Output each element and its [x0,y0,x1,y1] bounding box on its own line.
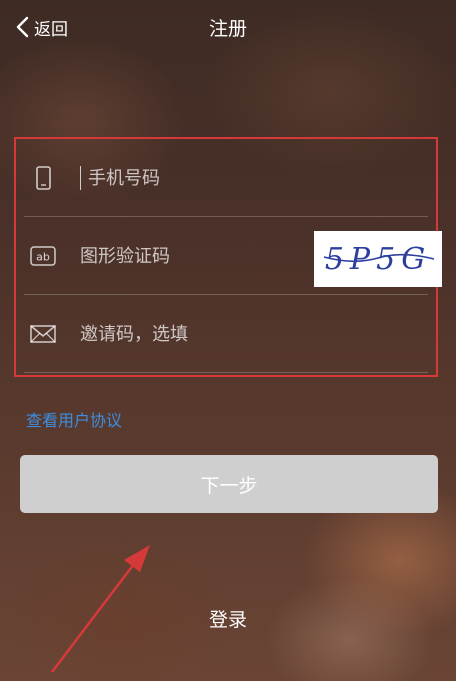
envelope-icon [30,325,56,343]
captcha-ab-icon: ab [30,246,56,266]
text-cursor [80,166,81,190]
invite-code-input[interactable] [80,315,300,353]
captcha-code: 5P5G [325,242,431,277]
phone-row [24,139,428,217]
captcha-image[interactable]: 5P5G [314,231,442,287]
user-agreement-link[interactable]: 查看用户协议 [26,407,122,431]
header-bar: 返回 注册 [0,0,456,56]
captcha-icon-label: ab [36,251,50,264]
login-link[interactable]: 登录 [0,605,456,632]
captcha-input[interactable] [80,237,300,275]
invite-row [24,295,428,373]
page-title: 注册 [208,18,247,40]
divider [24,372,428,373]
captcha-row: ab 5P5G [24,217,442,295]
phone-icon [36,166,51,190]
phone-input[interactable] [88,159,308,197]
next-step-button[interactable]: 下一步 [20,455,438,513]
registration-form-highlight: ab 5P5G [14,137,442,377]
